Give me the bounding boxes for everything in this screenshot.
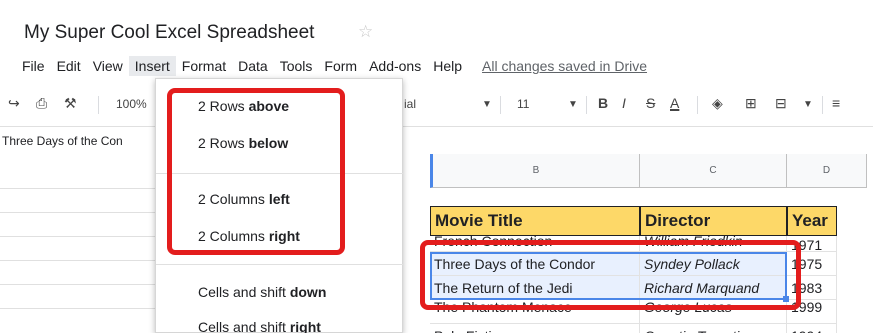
grid-line xyxy=(0,284,155,285)
column-header-c[interactable]: C xyxy=(640,154,787,188)
highlight-box-menu xyxy=(167,88,345,255)
merge-cells-icon[interactable]: ⊟ xyxy=(775,95,787,112)
toolbar-divider xyxy=(697,96,698,114)
redo-icon[interactable]: ↪ xyxy=(8,95,20,112)
grid-line xyxy=(0,260,155,261)
save-status-link[interactable]: All changes saved in Drive xyxy=(482,58,647,74)
merge-dropdown-icon[interactable]: ▼ xyxy=(803,99,813,110)
menu-view[interactable]: View xyxy=(87,56,129,76)
left-grid-area xyxy=(0,154,155,333)
align-icon[interactable]: ≡ xyxy=(832,95,840,111)
borders-icon[interactable]: ⊞ xyxy=(745,95,757,112)
menu-file[interactable]: File xyxy=(16,56,51,76)
grid-line xyxy=(0,236,155,237)
paint-format-icon[interactable]: ⚒ xyxy=(64,95,77,112)
column-header-d[interactable]: D xyxy=(787,154,867,188)
header-cell-title[interactable]: Movie Title xyxy=(430,206,640,236)
menu-data[interactable]: Data xyxy=(232,56,274,76)
menu-item-shift-right[interactable]: Cells and shift right xyxy=(198,319,321,333)
text-color-icon[interactable]: A xyxy=(670,95,679,111)
cell-director[interactable]: Quentin Tarantino xyxy=(640,324,787,333)
grid-line xyxy=(0,212,155,213)
header-cell-director[interactable]: Director xyxy=(640,206,787,236)
menu-addons[interactable]: Add-ons xyxy=(363,56,427,76)
font-size-dropdown-icon[interactable]: ▼ xyxy=(568,99,578,110)
strikethrough-icon[interactable]: S xyxy=(646,95,655,111)
header-cell-year[interactable]: Year xyxy=(787,206,837,236)
menu-tools[interactable]: Tools xyxy=(274,56,319,76)
highlight-box-rows xyxy=(420,240,801,310)
cell-title[interactable]: Pulp Fiction xyxy=(430,324,640,333)
formula-cell-content[interactable]: Three Days of the Con xyxy=(2,134,123,148)
font-dropdown-icon[interactable]: ▼ xyxy=(482,99,492,110)
zoom-select[interactable]: 100% xyxy=(116,97,147,111)
star-icon[interactable]: ☆ xyxy=(358,22,373,42)
toolbar: ↪ ⎙ ⚒ 100% ial ▼ 11 ▼ B I S A ◈ ⊞ ⊟ ▼ ≡ xyxy=(0,90,873,120)
toolbar-divider xyxy=(586,96,587,114)
menu-bar: File Edit View Insert Format Data Tools … xyxy=(16,55,647,77)
bold-icon[interactable]: B xyxy=(598,95,608,111)
menu-edit[interactable]: Edit xyxy=(51,56,87,76)
toolbar-divider xyxy=(98,96,99,114)
toolbar-divider xyxy=(822,96,823,114)
menu-help[interactable]: Help xyxy=(427,56,468,76)
fill-color-icon[interactable]: ◈ xyxy=(712,95,723,112)
grid-line xyxy=(0,188,155,189)
cell-year[interactable]: 1994 xyxy=(787,324,837,333)
font-select[interactable]: ial xyxy=(404,97,416,111)
formula-bar: Three Days of the Con xyxy=(0,126,873,154)
font-size-select[interactable]: 11 xyxy=(517,97,529,111)
italic-icon[interactable]: I xyxy=(622,95,626,111)
menu-format[interactable]: Format xyxy=(176,56,232,76)
toolbar-divider xyxy=(500,96,501,114)
menu-divider xyxy=(156,264,404,265)
menu-insert[interactable]: Insert xyxy=(128,56,176,76)
menu-form[interactable]: Form xyxy=(318,56,363,76)
menu-item-shift-down[interactable]: Cells and shift down xyxy=(198,284,326,300)
document-title[interactable]: My Super Cool Excel Spreadsheet xyxy=(24,22,314,44)
column-header-b[interactable]: B xyxy=(430,154,640,188)
print-icon[interactable]: ⎙ xyxy=(36,95,47,112)
grid-line xyxy=(0,308,155,309)
